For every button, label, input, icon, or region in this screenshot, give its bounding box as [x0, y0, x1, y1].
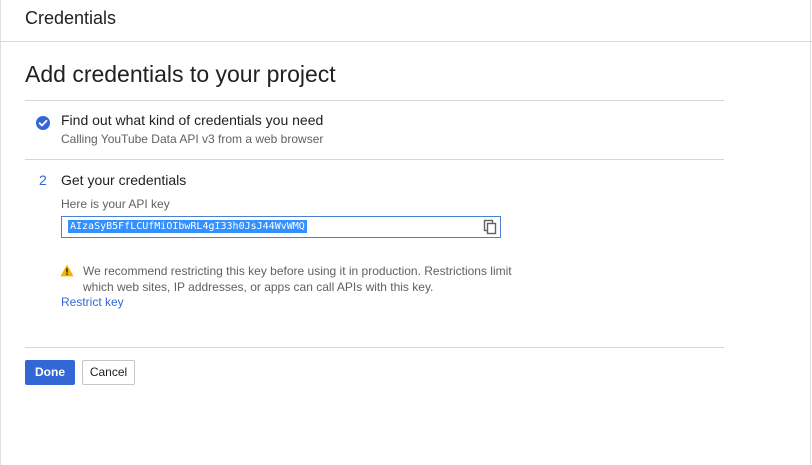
step2-number: 2	[39, 172, 47, 188]
api-key-value[interactable]: AIzaSyB5FfLCUfMiOIbwRL4gI33h0JsJ44WvWMQ	[68, 220, 307, 233]
step2-title: Get your credentials	[61, 172, 187, 188]
cancel-button[interactable]: Cancel	[82, 360, 135, 385]
divider	[25, 159, 724, 160]
page-header: Credentials	[0, 0, 812, 42]
api-key-label: Here is your API key	[61, 197, 170, 211]
copy-icon[interactable]	[482, 219, 498, 235]
warning-icon	[60, 264, 74, 277]
warning-text: We recommend restricting this key before…	[83, 264, 512, 294]
divider	[25, 347, 724, 348]
header-title: Credentials	[25, 8, 117, 28]
step1-subtitle: Calling YouTube Data API v3 from a web b…	[61, 132, 324, 146]
restrict-key-link[interactable]: Restrict key	[61, 295, 124, 309]
api-key-field[interactable]: AIzaSyB5FfLCUfMiOIbwRL4gI33h0JsJ44WvWMQ	[61, 216, 501, 238]
done-button[interactable]: Done	[25, 360, 75, 385]
check-circle-icon	[36, 116, 50, 130]
step1-title: Find out what kind of credentials you ne…	[61, 112, 324, 128]
divider	[25, 100, 724, 101]
page-title: Add credentials to your project	[25, 61, 336, 87]
